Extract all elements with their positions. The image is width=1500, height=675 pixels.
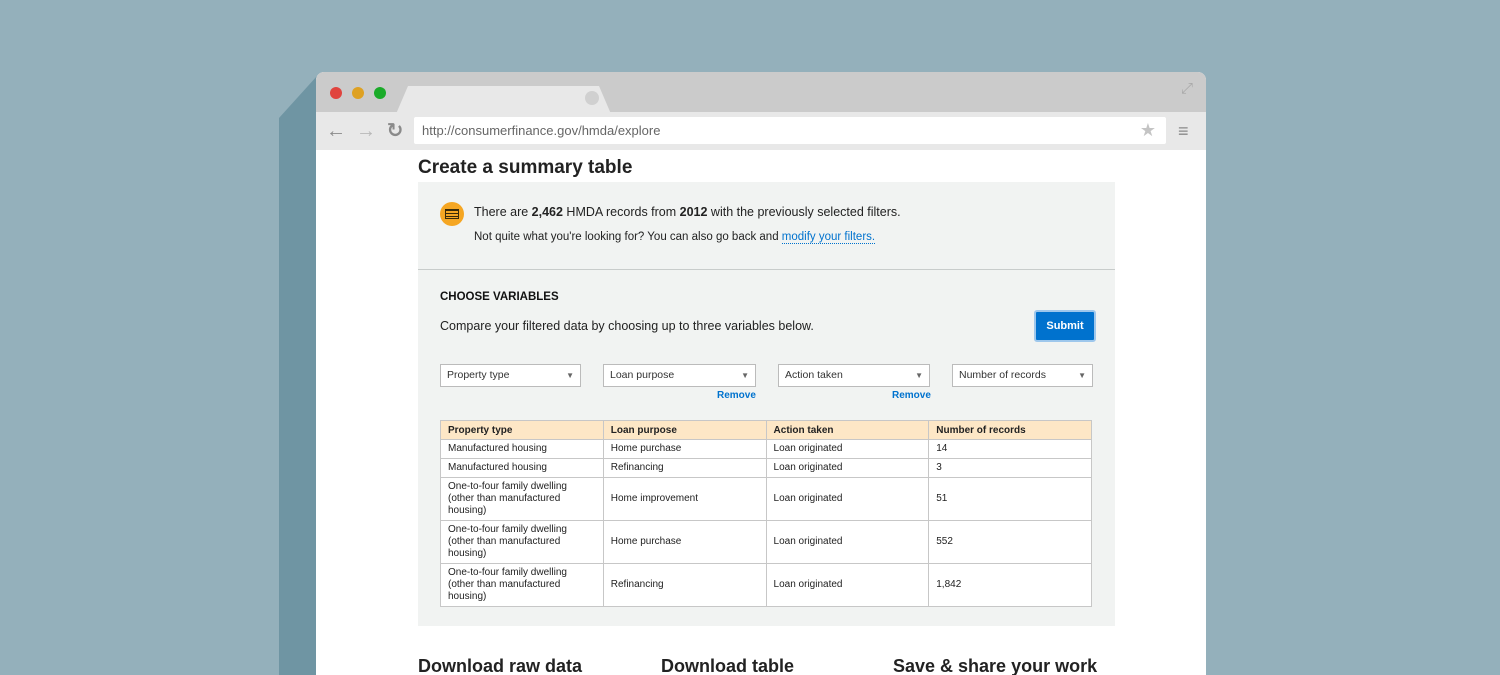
dropdown-caret-icon: ▼ [1078, 371, 1086, 380]
back-arrow-icon[interactable]: ← [325, 120, 347, 142]
tab-close-icon[interactable] [585, 91, 599, 105]
variable-select-1[interactable]: Property type ▼ [440, 364, 581, 387]
column-header: Action taken [765, 420, 930, 440]
fullscreen-icon[interactable]: ⤢ [1178, 80, 1196, 98]
table-cell: Loan originated [765, 458, 930, 478]
title-bar: ⤢ [316, 72, 1206, 112]
download-raw-data-heading: Download raw data [418, 656, 583, 675]
table-cell: 3 [928, 458, 1092, 478]
table-cell: 14 [928, 439, 1092, 459]
save-share-heading: Save & share your work [893, 656, 1098, 675]
remove-variable-2-link[interactable]: Remove [717, 390, 756, 401]
variable-select-2[interactable]: Loan purpose ▼ [603, 364, 756, 387]
choose-variables-description: Compare your filtered data by choosing u… [440, 319, 814, 333]
table-header-row: Property type Loan purpose Action taken … [440, 420, 1092, 440]
summary-panel: There are 2,462 HMDA records from 2012 w… [418, 182, 1115, 626]
table-icon [440, 202, 464, 226]
table-cell: 552 [928, 520, 1092, 564]
browser-shadow [279, 118, 317, 675]
table-cell: One-to-four family dwelling (other than … [440, 563, 604, 607]
table-cell: Loan originated [765, 477, 930, 521]
table-cell: Home purchase [602, 520, 767, 564]
table-row: Manufactured housing Refinancing Loan or… [440, 458, 1092, 478]
table-row: One-to-four family dwelling (other than … [440, 477, 1092, 521]
table-cell: Loan originated [765, 563, 930, 607]
dropdown-caret-icon: ▼ [566, 371, 574, 380]
table-cell: Refinancing [602, 458, 767, 478]
forward-arrow-icon[interactable]: → [355, 120, 377, 142]
browser-tab[interactable] [396, 86, 611, 114]
browser-toolbar: ← → ↻ http://consumerfinance.gov/hmda/ex… [316, 112, 1206, 150]
record-year: 2012 [679, 205, 708, 219]
table-cell: Manufactured housing [440, 458, 604, 478]
table-cell: Refinancing [602, 563, 767, 607]
submit-button[interactable]: Submit [1034, 310, 1096, 342]
column-header: Number of records [928, 420, 1092, 440]
url-text[interactable]: http://consumerfinance.gov/hmda/explore [422, 123, 660, 138]
summary-table: Property type Loan purpose Action taken … [440, 420, 1092, 607]
dropdown-caret-icon: ▼ [915, 371, 923, 380]
table-row: Manufactured housing Home purchase Loan … [440, 439, 1092, 459]
table-cell: One-to-four family dwelling (other than … [440, 477, 604, 521]
download-table-heading: Download table [661, 656, 795, 675]
browser-menu-icon[interactable]: ≡ [1178, 121, 1194, 141]
variable-select-3[interactable]: Action taken ▼ [778, 364, 930, 387]
modify-filters-link[interactable]: modify your filters. [781, 231, 876, 244]
choose-variables-heading: CHOOSE VARIABLES [440, 291, 559, 303]
minimize-window-icon[interactable] [352, 87, 364, 99]
table-cell: Manufactured housing [440, 439, 604, 459]
dropdown-caret-icon: ▼ [741, 371, 749, 380]
table-cell: One-to-four family dwelling (other than … [440, 520, 604, 564]
remove-variable-3-link[interactable]: Remove [892, 390, 931, 401]
reload-icon[interactable]: ↻ [384, 120, 406, 142]
maximize-window-icon[interactable] [374, 87, 386, 99]
table-cell: 1,842 [928, 563, 1092, 607]
column-header: Loan purpose [602, 420, 767, 440]
table-cell: Home purchase [602, 439, 767, 459]
table-cell: Loan originated [765, 439, 930, 459]
browser-window: ⤢ ← → ↻ http://consumerfinance.gov/hmda/… [316, 72, 1206, 675]
record-summary-text: There are 2,462 HMDA records from 2012 w… [474, 205, 901, 219]
record-count: 2,462 [531, 205, 563, 219]
column-header: Property type [440, 420, 604, 440]
table-row: One-to-four family dwelling (other than … [440, 563, 1092, 607]
table-cell: Loan originated [765, 520, 930, 564]
table-cell: 51 [928, 477, 1092, 521]
filter-hint-text: Not quite what you're looking for? You c… [474, 231, 876, 244]
address-bar[interactable]: http://consumerfinance.gov/hmda/explore … [414, 117, 1166, 144]
variable-select-4[interactable]: Number of records ▼ [952, 364, 1093, 387]
divider [418, 269, 1115, 270]
close-window-icon[interactable] [330, 87, 342, 99]
table-row: One-to-four family dwelling (other than … [440, 520, 1092, 564]
page-title: Create a summary table [418, 157, 633, 178]
bookmark-star-icon[interactable]: ★ [1140, 120, 1156, 141]
table-cell: Home improvement [602, 477, 767, 521]
browser-shadow-top [279, 76, 317, 118]
